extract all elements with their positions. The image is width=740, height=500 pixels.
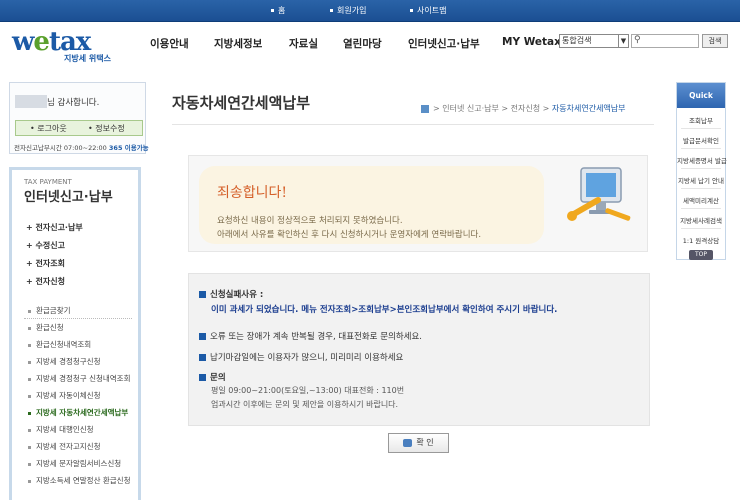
menu-e-apply[interactable]: + 전자신청 <box>26 276 65 287</box>
chevron-down-icon: ▼ <box>618 35 628 47</box>
submenu-item-active[interactable]: 지방세 자동차세연간세액납부 <box>28 407 128 418</box>
quick-menu: Quick Menu 조회납부 발급문서확인 지방세증명서 발급 지방세 납기 … <box>676 82 727 260</box>
menu-divider <box>24 318 132 319</box>
error-heading: 죄송합니다! <box>217 185 288 201</box>
user-buttons: • 로그아웃 • 정보수정 <box>15 120 143 136</box>
side-menu-caption: TAX PAYMENT <box>24 178 72 186</box>
quick-divider <box>681 148 721 149</box>
scroll-top-button[interactable]: TOP <box>689 250 713 260</box>
bullet-icon <box>199 354 206 361</box>
contact-line-1: 평일 09:00~21:00(토요일,~13:00) 대표전화 : 110번 <box>211 386 405 395</box>
contact-label: 문의 <box>199 371 226 383</box>
quick-divider <box>681 168 721 169</box>
submenu-item[interactable]: 지방세 자동이체신청 <box>28 390 100 401</box>
home-icon[interactable] <box>421 104 429 113</box>
submenu-item[interactable]: 환급신청 <box>28 322 64 333</box>
quick-item[interactable]: 지방세 납기 안내 <box>677 175 725 185</box>
fail-reason-text: 이미 과세가 되었습니다. 메뉴 전자조회>조회납부>본인조회납부에서 확인하여… <box>211 305 558 315</box>
service-hours: 전자신고납부시간 07:00~22:00 365 이용가능 <box>14 144 149 152</box>
deadline-notice: 납기마감일에는 이용자가 많으니, 미리미리 이용하세요 <box>199 351 403 363</box>
repeat-error-notice: 오류 또는 장애가 계속 반복될 경우, 대표전화로 문의하세요. <box>199 330 422 342</box>
info-panel: 신청실패사유 : 이미 과세가 되었습니다. 메뉴 전자조회>조회납부>본인조회… <box>188 273 650 426</box>
search-icon: ⚲ <box>634 35 641 45</box>
top-utility-bar: 홈 회원가입 사이트맵 <box>0 0 740 22</box>
contact-line-2: 업과시간 이후에는 문의 및 제안을 이용하시기 바랍니다. <box>211 400 399 409</box>
wetax-logo[interactable]: wetax 지방세 위택스 <box>12 27 122 65</box>
submenu-item[interactable]: 지방세 경정청구 신청내역조회 <box>28 373 130 384</box>
quick-item[interactable]: 조회납부 <box>677 115 725 125</box>
nav-tax-info[interactable]: 지방세정보 <box>214 36 262 51</box>
submenu-item[interactable]: 지방세 경정청구신청 <box>28 356 100 367</box>
menu-amend[interactable]: + 수정신고 <box>26 240 65 251</box>
submenu-item[interactable]: 환급금찾기 <box>28 305 71 316</box>
edit-info-button[interactable]: • 정보수정 <box>88 123 125 134</box>
search-button[interactable]: 검색 <box>702 34 728 48</box>
quick-divider <box>681 128 721 129</box>
submenu-item[interactable]: 지방소득세 연말정산 환급신청 <box>28 475 130 486</box>
logo-sub: 지방세 위택스 <box>64 54 111 63</box>
breadcrumb-item[interactable]: 인터넷 신고·납부 <box>442 104 499 113</box>
side-menu: TAX PAYMENT 인터넷신고·납부 + 전자신고·납부 + 수정신고 + … <box>9 167 141 500</box>
confirm-icon <box>403 438 413 447</box>
breadcrumb: > 인터넷 신고·납부 > 전자신청 > 자동차세연간세액납부 <box>421 103 626 114</box>
confirm-button[interactable]: 확 인 <box>388 433 449 453</box>
error-line-2: 아래에서 사유를 확인하신 후 다시 신청하시거나 운영자에게 연락바랍니다. <box>217 230 482 240</box>
quick-divider <box>681 228 721 229</box>
breadcrumb-current: 자동차세연간세액납부 <box>551 104 626 113</box>
quick-divider <box>681 188 721 189</box>
page-title: 자동차세연간세액납부 <box>172 94 311 112</box>
title-divider <box>172 124 654 125</box>
error-panel: 죄송합니다! 요청하신 내용이 정상적으로 처리되지 못하였습니다. 아래에서 … <box>188 155 648 252</box>
quick-item[interactable]: 지방세사례검색 <box>677 215 725 225</box>
breadcrumb-item[interactable]: 전자신청 <box>511 104 540 113</box>
nav-open-forum[interactable]: 열린마당 <box>343 36 382 51</box>
search-scope-select[interactable]: 통합검색 ▼ <box>559 34 629 48</box>
quick-divider <box>681 208 721 209</box>
quick-item[interactable]: 1:1 원격상담 <box>677 235 725 245</box>
menu-e-inquiry[interactable]: + 전자조회 <box>26 258 65 269</box>
error-line-1: 요청하신 내용이 정상적으로 처리되지 못하였습니다. <box>217 216 403 226</box>
quick-item[interactable]: 발급문서확인 <box>677 135 725 145</box>
bullet-icon <box>199 333 206 340</box>
monitor-wrench-icon <box>567 167 631 221</box>
error-message-box: 죄송합니다! 요청하신 내용이 정상적으로 처리되지 못하였습니다. 아래에서 … <box>199 166 544 244</box>
top-link-sitemap[interactable]: 사이트맵 <box>410 5 446 16</box>
submenu-item[interactable]: 지방세 대행인신청 <box>28 424 94 435</box>
submenu-item[interactable]: 지방세 전자고지신청 <box>28 441 100 452</box>
greeting: 님 감사합니다. <box>47 98 100 108</box>
top-link-join[interactable]: 회원가입 <box>330 5 366 16</box>
quick-menu-header: Quick Menu <box>677 83 725 125</box>
nav-guide[interactable]: 이용안내 <box>150 36 189 51</box>
bullet-icon <box>199 374 206 381</box>
global-nav: wetax 지방세 위택스 이용안내 지방세정보 자료실 열린마당 인터넷신고·… <box>0 22 740 72</box>
nav-library[interactable]: 자료실 <box>289 36 318 51</box>
side-menu-title: 인터넷신고·납부 <box>24 190 113 205</box>
menu-e-filing[interactable]: + 전자신고·납부 <box>26 222 83 233</box>
bullet-icon <box>199 291 206 298</box>
logout-button[interactable]: • 로그아웃 <box>30 123 67 134</box>
top-link-home[interactable]: 홈 <box>271 5 285 16</box>
nav-internet-filing[interactable]: 인터넷신고·납부 <box>408 36 480 51</box>
quick-item[interactable]: 세액미리계산 <box>677 195 725 205</box>
user-box: 님 감사합니다. • 로그아웃 • 정보수정 전자신고납부시간 07:00~22… <box>9 82 149 154</box>
fail-reason-label: 신청실패사유 : <box>199 288 263 300</box>
quick-item[interactable]: 지방세증명서 발급 <box>677 155 727 165</box>
submenu-item[interactable]: 지방세 문자알림서비스신청 <box>28 458 121 469</box>
search-input[interactable]: ⚲ <box>631 34 699 48</box>
submenu-item[interactable]: 환급신청내역조회 <box>28 339 91 350</box>
masked-username <box>15 95 47 108</box>
nav-my-wetax[interactable]: MY Wetax <box>502 36 561 48</box>
